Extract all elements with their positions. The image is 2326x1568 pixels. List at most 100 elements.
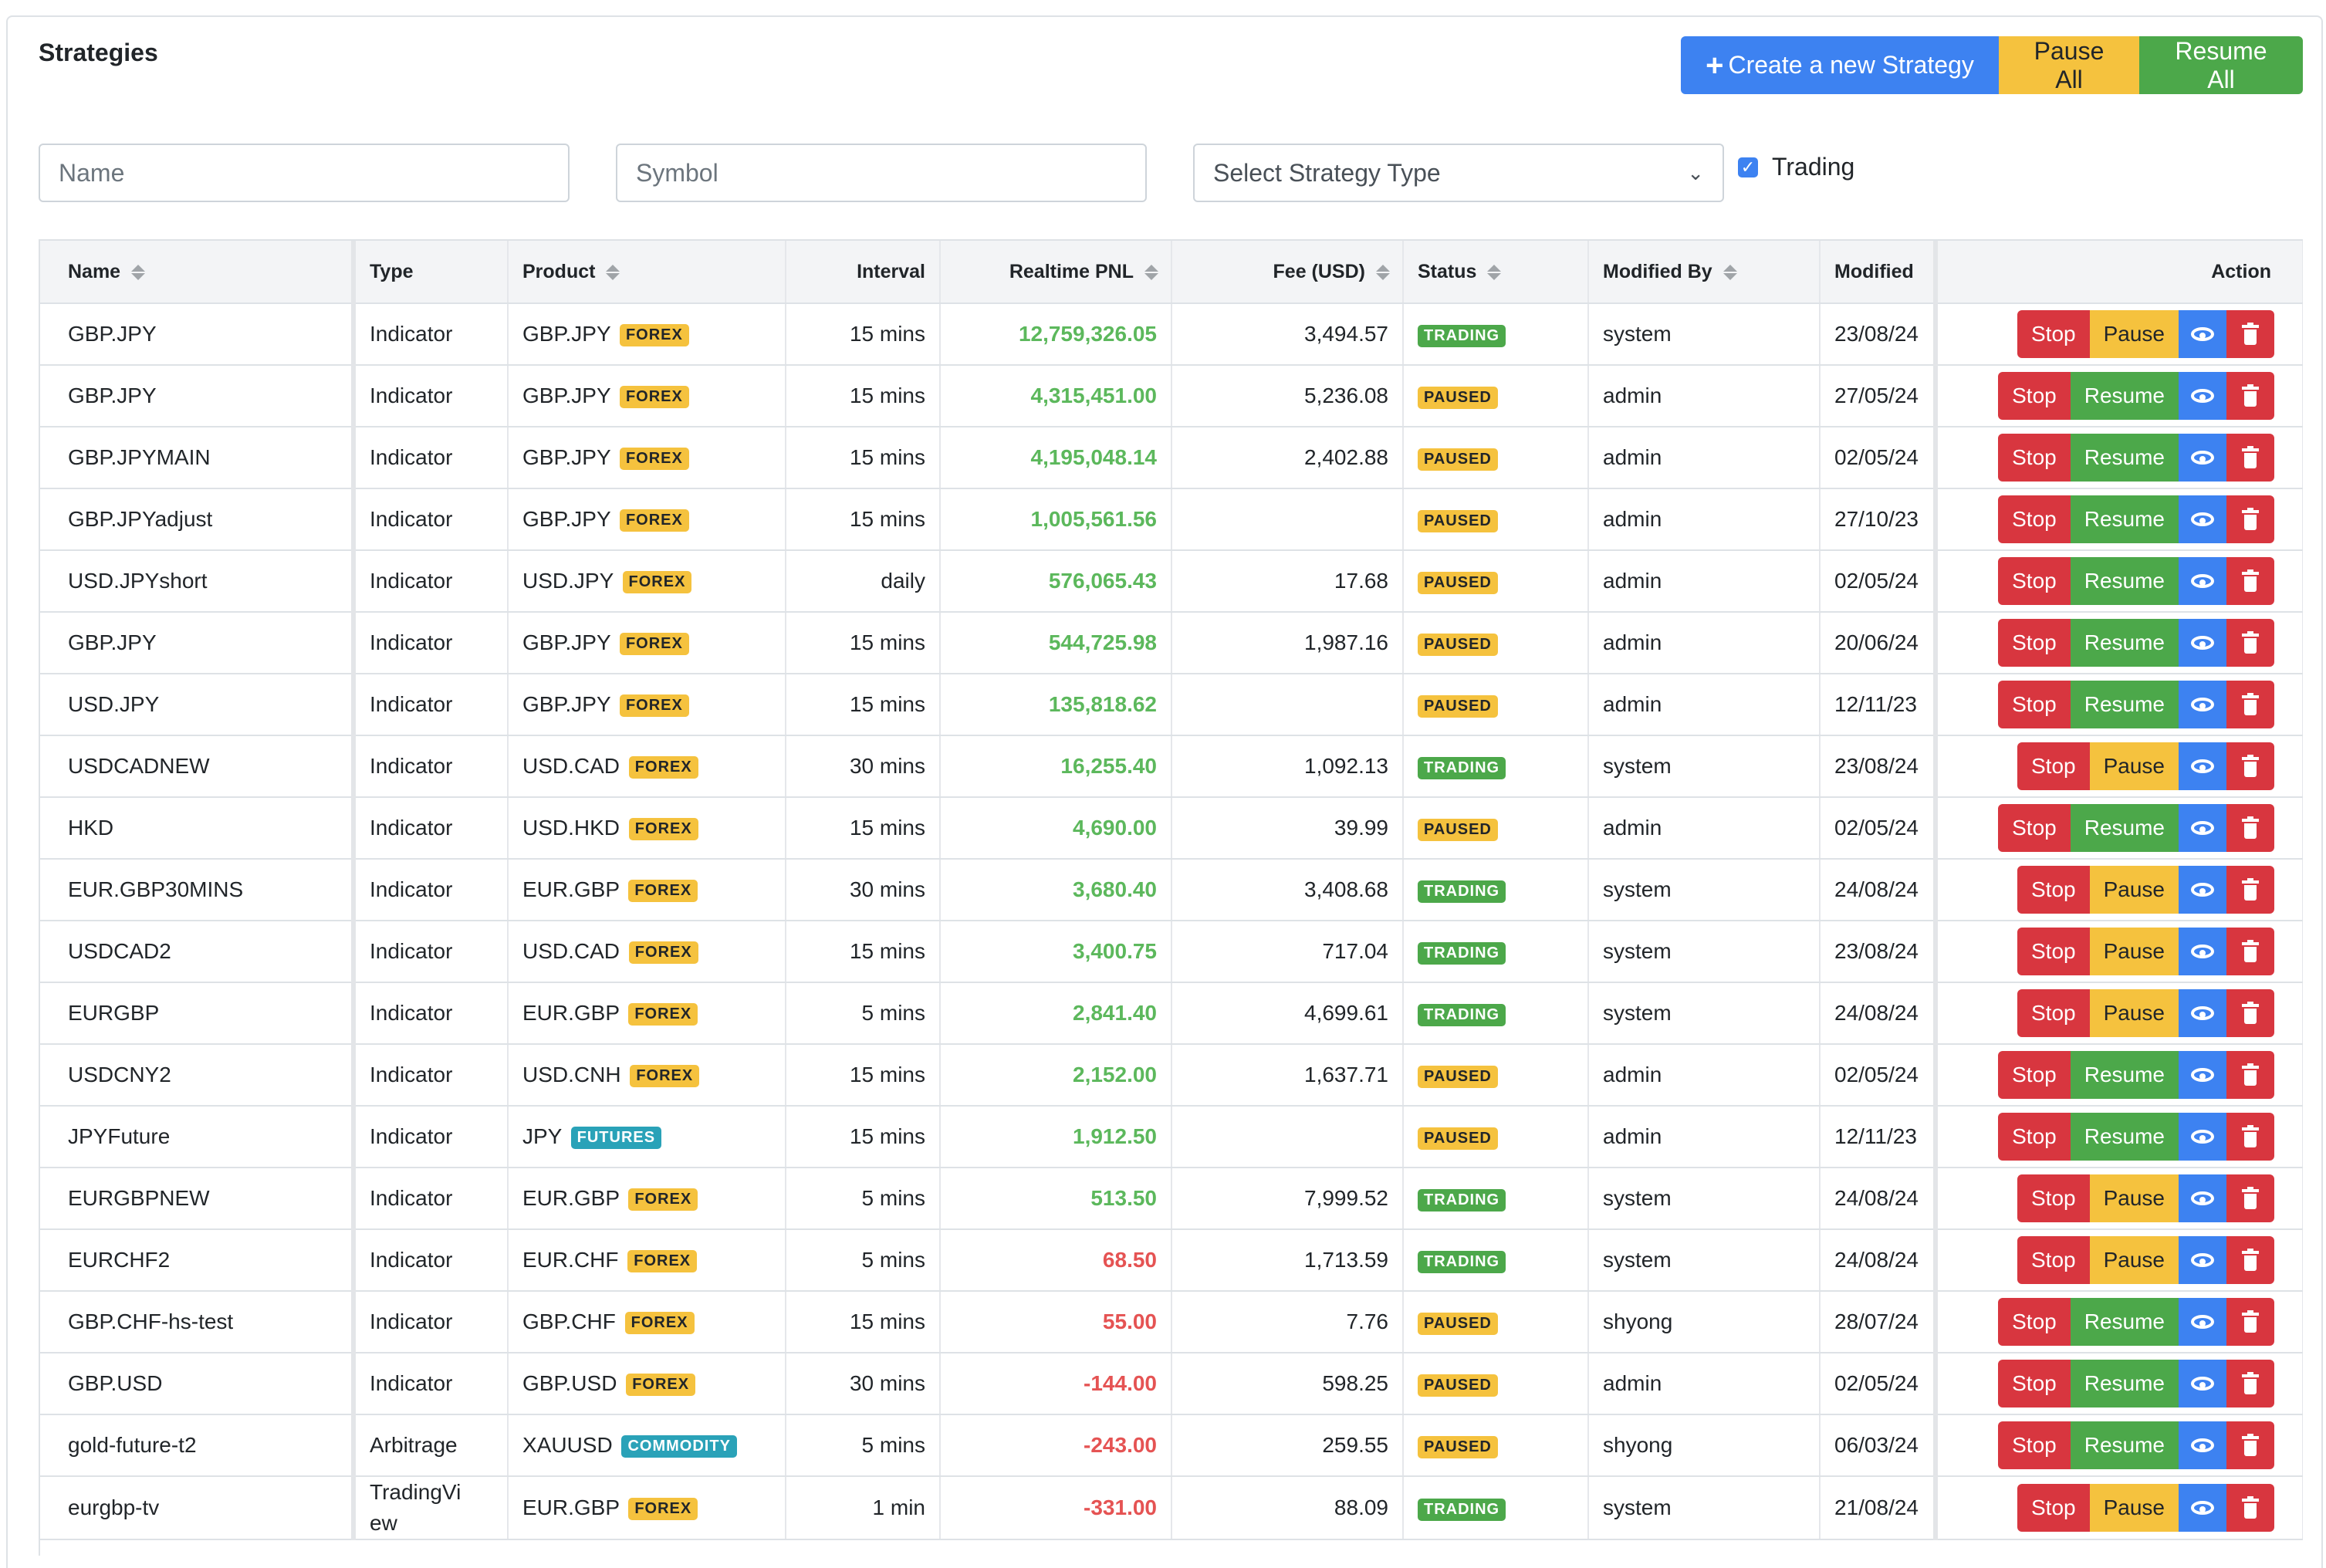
pause-button[interactable]: Pause [2089,989,2179,1037]
view-button[interactable] [2179,1484,2226,1532]
delete-button[interactable] [2226,681,2274,728]
table-row[interactable]: JPYFuture Indicator JPY FUTURES 15 mins 1,91… [40,1106,2303,1168]
sort-icon[interactable] [131,263,146,282]
delete-button[interactable] [2226,1113,2274,1161]
sort-icon[interactable] [606,263,620,282]
delete-button[interactable] [2226,1236,2274,1284]
table-row[interactable]: GBP.CHF-hs-test Indicator GBP.CHF FOREX 15 … [40,1291,2303,1353]
table-row[interactable]: USDCNY2 Indicator USD.CNH FOREX 15 mins 2,15… [40,1044,2303,1107]
symbol-filter-input[interactable]: Symbol [616,144,1147,202]
delete-button[interactable] [2226,1360,2274,1407]
resume-button[interactable]: Resume [2070,1051,2179,1099]
delete-button[interactable] [2226,742,2274,790]
view-button[interactable] [2179,619,2226,667]
view-button[interactable] [2179,681,2226,728]
stop-button[interactable]: Stop [2017,1484,2090,1532]
stop-button[interactable]: Stop [2017,742,2090,790]
resume-button[interactable]: Resume [2070,1421,2179,1469]
delete-button[interactable] [2226,557,2274,605]
sort-icon[interactable] [1376,263,1390,282]
delete-button[interactable] [2226,928,2274,975]
stop-button[interactable]: Stop [1998,1051,2071,1099]
resume-button[interactable]: Resume [2070,1298,2179,1346]
table-row[interactable]: USD.JPYshort Indicator USD.JPY FOREX daily 5… [40,550,2303,613]
stop-button[interactable]: Stop [1998,1298,2071,1346]
delete-button[interactable] [2226,804,2274,852]
stop-button[interactable]: Stop [1998,1421,2071,1469]
col-header-pnl[interactable]: Realtime PNL [940,241,1172,304]
view-button[interactable] [2179,1236,2226,1284]
stop-button[interactable]: Stop [2017,989,2090,1037]
table-row[interactable]: GBP.USD Indicator GBP.USD FOREX 30 mins -144… [40,1353,2303,1415]
delete-button[interactable] [2226,619,2274,667]
view-button[interactable] [2179,1051,2226,1099]
table-row[interactable]: GBP.JPYadjust Indicator GBP.JPY FOREX 15 mi… [40,488,2303,551]
table-row[interactable]: GBP.JPY Indicator GBP.JPY FOREX 15 mins 4,31… [40,365,2303,427]
col-header-status[interactable]: Status [1403,241,1589,304]
view-button[interactable] [2179,928,2226,975]
pause-button[interactable]: Pause [2089,1236,2179,1284]
view-button[interactable] [2179,804,2226,852]
stop-button[interactable]: Stop [1998,681,2071,728]
view-button[interactable] [2179,1360,2226,1407]
resume-all-button[interactable]: Resume All [2139,36,2303,94]
resume-button[interactable]: Resume [2070,619,2179,667]
stop-button[interactable]: Stop [2017,1174,2090,1222]
table-row[interactable]: USD.JPY Indicator GBP.JPY FOREX 15 mins 135,… [40,674,2303,736]
table-row[interactable]: EUR.GBP30MINS Indicator EUR.GBP FOREX 30 mi… [40,859,2303,921]
view-button[interactable] [2179,742,2226,790]
resume-button[interactable]: Resume [2070,434,2179,482]
table-row[interactable]: HKD Indicator USD.HKD FOREX 15 mins 4,690.00… [40,797,2303,860]
sort-icon[interactable] [1487,263,1502,282]
stop-button[interactable]: Stop [2017,1236,2090,1284]
pause-button[interactable]: Pause [2089,742,2179,790]
stop-button[interactable]: Stop [1998,372,2071,420]
stop-button[interactable]: Stop [1998,1113,2071,1161]
view-button[interactable] [2179,310,2226,358]
view-button[interactable] [2179,989,2226,1037]
sort-icon[interactable] [1723,263,1737,282]
strategy-type-select[interactable]: Select Strategy Type ⌄ [1193,144,1724,202]
col-header-fee[interactable]: Fee (USD) [1171,241,1404,304]
table-row[interactable]: USDCAD2 Indicator USD.CAD FOREX 15 mins 3,40… [40,921,2303,983]
resume-button[interactable]: Resume [2070,1113,2179,1161]
pause-button[interactable]: Pause [2089,310,2179,358]
delete-button[interactable] [2226,1421,2274,1469]
view-button[interactable] [2179,1298,2226,1346]
pause-button[interactable]: Pause [2089,866,2179,914]
pause-all-button[interactable]: Pause All [1999,36,2139,94]
stop-button[interactable]: Stop [1998,1360,2071,1407]
stop-button[interactable]: Stop [1998,804,2071,852]
view-button[interactable] [2179,1174,2226,1222]
view-button[interactable] [2179,557,2226,605]
col-header-product[interactable]: Product [508,241,786,304]
stop-button[interactable]: Stop [1998,557,2071,605]
stop-button[interactable]: Stop [1998,619,2071,667]
table-row[interactable]: EURGBP Indicator EUR.GBP FOREX 5 mins 2,841.… [40,982,2303,1045]
pause-button[interactable]: Pause [2089,1174,2179,1222]
delete-button[interactable] [2226,1484,2274,1532]
table-row[interactable]: gold-future-t2 Arbitrage XAUUSD COMMODITY 5… [40,1414,2303,1477]
resume-button[interactable]: Resume [2070,372,2179,420]
pause-button[interactable]: Pause [2089,928,2179,975]
stop-button[interactable]: Stop [1998,495,2071,543]
view-button[interactable] [2179,372,2226,420]
stop-button[interactable]: Stop [2017,866,2090,914]
delete-button[interactable] [2226,495,2274,543]
table-row[interactable]: GBP.JPY Indicator GBP.JPY FOREX 15 mins 544,… [40,612,2303,674]
stop-button[interactable]: Stop [2017,310,2090,358]
view-button[interactable] [2179,434,2226,482]
view-button[interactable] [2179,1421,2226,1469]
create-strategy-button[interactable]: + Create a new Strategy [1681,36,1999,94]
trading-filter[interactable]: ✓ Trading [1738,153,1854,181]
sort-icon[interactable] [1144,263,1158,282]
delete-button[interactable] [2226,310,2274,358]
trading-checkbox[interactable]: ✓ [1738,157,1758,177]
resume-button[interactable]: Resume [2070,804,2179,852]
resume-button[interactable]: Resume [2070,557,2179,605]
col-header-name[interactable]: Name [40,241,356,304]
view-button[interactable] [2179,495,2226,543]
view-button[interactable] [2179,866,2226,914]
stop-button[interactable]: Stop [1998,434,2071,482]
resume-button[interactable]: Resume [2070,495,2179,543]
